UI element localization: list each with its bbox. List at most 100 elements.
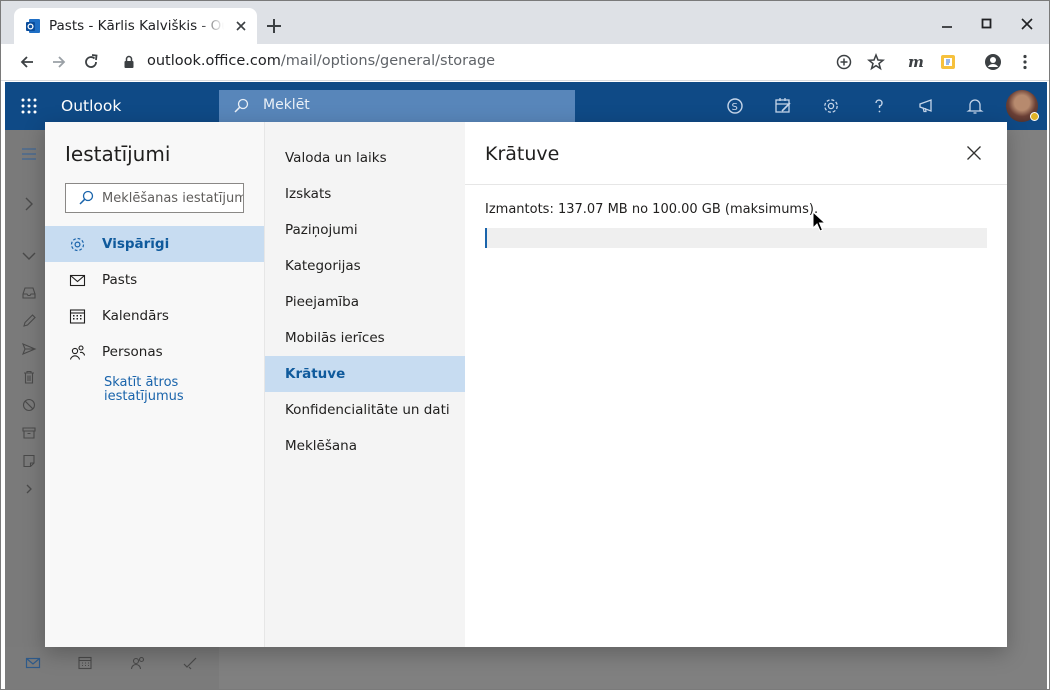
hamburger-icon xyxy=(22,148,36,160)
calendar-icon xyxy=(69,309,86,324)
pane-divider xyxy=(465,184,1007,185)
mouse-cursor-icon xyxy=(812,211,826,232)
subcategory-label: Konfidencialitāte un dati xyxy=(285,402,450,418)
browser-menu-icon[interactable] xyxy=(1015,52,1035,72)
feedback-megaphone-icon[interactable] xyxy=(917,96,937,116)
window-close-icon[interactable] xyxy=(1017,14,1037,34)
outlook-brand[interactable]: Outlook xyxy=(61,97,121,115)
storage-usage-text: Izmantots: 137.07 MB no 100.00 GB (maksi… xyxy=(485,202,819,217)
category-label: Pasts xyxy=(102,272,138,288)
settings-categories-panel: Iestatījumi Vispārīgi xyxy=(45,122,264,647)
subcategory-label: Valoda un laiks xyxy=(285,150,387,166)
subcategory-label: Kategorijas xyxy=(285,258,361,274)
notes-icon xyxy=(23,454,35,468)
browser-toolbar: outlook.office.com/mail/options/general/… xyxy=(1,44,1049,81)
minimize-icon[interactable] xyxy=(937,14,957,34)
chevron-right-icon xyxy=(25,197,33,211)
drafts-pencil-icon xyxy=(23,314,36,327)
inbox-icon xyxy=(22,287,36,299)
url-path: /mail/options/general/storage xyxy=(280,53,496,69)
mail-module-icon xyxy=(25,657,41,669)
subcategory-label: Pieejamība xyxy=(285,294,359,310)
notifications-bell-icon[interactable] xyxy=(965,96,985,116)
category-label: Personas xyxy=(102,344,163,360)
subcategory-categories[interactable]: Kategorijas xyxy=(265,248,465,284)
bookmark-star-icon[interactable] xyxy=(866,52,886,72)
settings-search-input[interactable] xyxy=(102,184,243,212)
settings-subcategories-panel: Valoda un laiks Izskats Paziņojumi Kateg… xyxy=(264,122,465,647)
sent-icon xyxy=(22,342,37,356)
todo-module-icon xyxy=(183,657,197,670)
tab-close-icon[interactable] xyxy=(232,17,250,35)
subcategory-search[interactable]: Meklēšana xyxy=(265,428,465,464)
svg-text:S: S xyxy=(732,102,738,113)
tab-title: Pasts - Kārlis Kalviškis - Outlook xyxy=(49,18,224,34)
storage-pane: Krātuve Izmantots: 137.07 MB no 100.00 G… xyxy=(465,122,1007,647)
subcategory-language-time[interactable]: Valoda un laiks xyxy=(265,140,465,176)
mail-icon xyxy=(69,274,86,287)
address-bar[interactable]: outlook.office.com/mail/options/general/… xyxy=(147,53,495,69)
subcategory-storage[interactable]: Krātuve xyxy=(265,356,465,392)
user-avatar[interactable] xyxy=(1006,90,1039,122)
expand-chevron-icon xyxy=(26,484,32,494)
subcategory-privacy-data[interactable]: Konfidencialitāte un dati xyxy=(265,392,465,428)
pane-title: Krātuve xyxy=(485,143,560,165)
outlook-search-box[interactable]: Meklēt xyxy=(219,90,575,122)
trash-icon xyxy=(24,370,34,384)
module-switcher xyxy=(5,647,219,689)
app-launcher-icon[interactable] xyxy=(20,97,38,115)
category-general[interactable]: Vispārīgi xyxy=(45,226,264,262)
subcategory-mobile-devices[interactable]: Mobilās ierīces xyxy=(265,320,465,356)
profile-icon[interactable] xyxy=(983,52,1003,72)
subcategory-label: Krātuve xyxy=(285,366,346,382)
settings-gear-icon[interactable] xyxy=(821,96,841,116)
category-mail[interactable]: Pasts xyxy=(45,262,264,298)
archive-icon xyxy=(22,427,36,439)
browser-window: Pasts - Kārlis Kalviškis - Outlook xyxy=(0,0,1050,690)
reload-icon[interactable] xyxy=(81,52,101,72)
browser-tab[interactable]: Pasts - Kārlis Kalviškis - Outlook xyxy=(14,8,257,44)
skype-icon[interactable]: S xyxy=(725,96,745,116)
search-icon xyxy=(234,98,249,113)
subcategory-accessibility[interactable]: Pieejamība xyxy=(265,284,465,320)
presence-status-icon xyxy=(1030,112,1039,121)
storage-usage-fill xyxy=(485,228,487,248)
people-module-icon xyxy=(130,656,145,670)
search-icon xyxy=(79,190,94,205)
chevron-down-icon xyxy=(22,252,36,260)
settings-dialog: Iestatījumi Vispārīgi xyxy=(45,122,1007,647)
subcategory-label: Izskats xyxy=(285,186,332,202)
outlook-favicon-icon xyxy=(26,19,40,33)
storage-usage-bar xyxy=(485,228,987,248)
subcategory-label: Mobilās ierīces xyxy=(285,330,385,346)
subcategory-appearance[interactable]: Izskats xyxy=(265,176,465,212)
outlook-search-placeholder: Meklēt xyxy=(263,97,310,113)
gear-icon xyxy=(70,237,85,252)
svg-text:m: m xyxy=(908,53,924,71)
quick-settings-link[interactable]: Skatīt ātros iestatījumus xyxy=(104,376,224,404)
new-tab-icon[interactable] xyxy=(263,15,285,37)
settings-search-box[interactable] xyxy=(65,183,244,213)
help-icon[interactable] xyxy=(869,96,889,116)
junk-block-icon xyxy=(22,398,36,412)
category-label: Vispārīgi xyxy=(102,236,170,252)
people-icon xyxy=(69,345,86,360)
subcategory-notifications[interactable]: Paziņojumi xyxy=(265,212,465,248)
url-domain: outlook.office.com xyxy=(147,53,281,69)
back-arrow-icon[interactable] xyxy=(17,52,37,72)
extension-notes-icon[interactable] xyxy=(938,52,958,72)
my-day-icon[interactable] xyxy=(773,96,793,116)
subcategory-label: Meklēšana xyxy=(285,438,357,454)
extension-m-icon[interactable]: m xyxy=(906,52,926,72)
subcategory-label: Paziņojumi xyxy=(285,222,358,238)
settings-title: Iestatījumi xyxy=(65,142,171,166)
category-label: Kalendārs xyxy=(102,308,169,324)
install-app-icon[interactable] xyxy=(834,52,854,72)
forward-arrow-icon[interactable] xyxy=(49,52,69,72)
category-calendar[interactable]: Kalendārs xyxy=(45,298,264,334)
tab-strip: Pasts - Kārlis Kalviškis - Outlook xyxy=(1,1,1049,44)
lock-icon[interactable] xyxy=(121,54,137,70)
category-people[interactable]: Personas xyxy=(45,334,264,370)
maximize-icon[interactable] xyxy=(977,14,997,34)
close-icon[interactable] xyxy=(965,144,983,162)
